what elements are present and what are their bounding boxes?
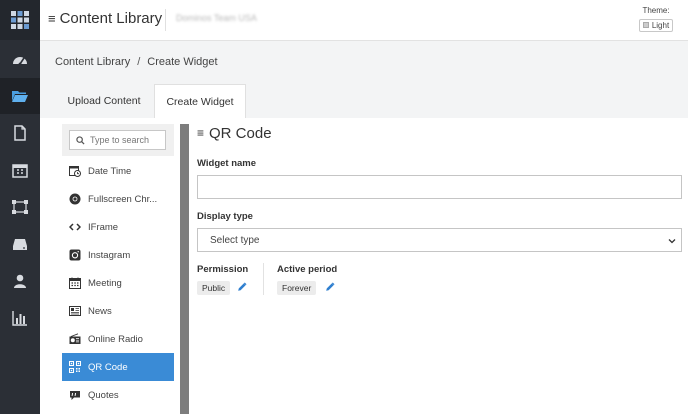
widget-name-label: Widget name	[197, 158, 257, 169]
app-title: ≡ Content Library	[48, 10, 162, 27]
edit-permission-pencil-icon[interactable]	[237, 282, 247, 292]
chrome-icon	[69, 193, 81, 205]
widget-item-label: Fullscreen Chr...	[88, 193, 158, 205]
app-title-text: Content Library	[59, 10, 163, 27]
edit-active-period-pencil-icon[interactable]	[325, 282, 335, 292]
search-box[interactable]	[69, 130, 166, 150]
widget-item-label: IFrame	[88, 221, 119, 233]
theme-toggle-button[interactable]: Light	[638, 18, 674, 32]
widget-form: ≡ QR Code Widget name Display type Selec…	[197, 124, 683, 295]
theme-label: Theme:	[642, 6, 670, 15]
theme-value: Light	[651, 20, 670, 30]
search-container	[62, 124, 174, 156]
widget-list-scrollbar[interactable]	[180, 124, 189, 414]
tab-upload-content[interactable]: Upload Content	[53, 84, 155, 118]
active-period-value-badge: Forever	[277, 281, 317, 295]
breadcrumb-bar: Content Library / Create Widget	[40, 41, 688, 84]
calendar-icon	[69, 277, 81, 289]
form-menu-icon: ≡	[197, 126, 205, 140]
widget-item-fullscreen-chrome[interactable]: Fullscreen Chr...	[62, 185, 174, 213]
widget-item-meeting[interactable]: Meeting	[62, 269, 174, 297]
chevron-down-icon	[668, 239, 676, 244]
display-type-label: Display type	[197, 211, 253, 222]
theme-switcher: Theme: Light	[636, 6, 676, 33]
widget-item-quotes[interactable]: Quotes	[62, 381, 174, 409]
tab-bar: Upload Content Create Widget	[40, 84, 688, 118]
dashboard-icon[interactable]	[0, 42, 40, 78]
content-library-folder-icon[interactable]	[0, 78, 40, 114]
user-icon[interactable]	[0, 263, 40, 299]
title-divider	[165, 9, 166, 31]
widget-item-qr-code[interactable]: QR Code	[62, 353, 174, 381]
qrcode-icon	[69, 361, 81, 373]
widget-item-date-time[interactable]: Date Time	[62, 157, 174, 185]
form-title-text: QR Code	[209, 124, 272, 142]
permission-value-badge: Public	[197, 281, 231, 295]
permission-label: Permission	[197, 264, 249, 275]
code-icon	[69, 223, 81, 231]
widget-item-iframe[interactable]: IFrame	[62, 213, 174, 241]
breadcrumb: Content Library / Create Widget	[55, 56, 218, 68]
top-bar: ≡ Content Library Dominos Team USA Theme…	[40, 0, 688, 41]
organization-name: Dominos Team USA	[176, 13, 257, 23]
calendar-clock-icon	[69, 166, 81, 177]
widget-item-label: Instagram	[88, 249, 131, 261]
radio-icon	[69, 333, 81, 344]
widget-name-input[interactable]	[197, 175, 682, 199]
document-icon[interactable]	[0, 115, 40, 151]
field-divider	[263, 263, 264, 295]
widget-item-label: Meeting	[88, 277, 122, 289]
breadcrumb-content-library[interactable]: Content Library	[55, 56, 130, 68]
active-period-label: Active period	[277, 264, 338, 275]
widget-type-list: Date Time Fullscreen Chr... IFrame Insta…	[62, 124, 177, 414]
search-input[interactable]	[90, 135, 160, 145]
widget-item-label: Date Time	[88, 165, 132, 177]
quote-icon	[70, 391, 80, 400]
instagram-icon	[69, 249, 81, 261]
storage-drive-icon[interactable]	[0, 226, 40, 262]
widget-item-online-radio[interactable]: Online Radio	[62, 325, 174, 353]
breadcrumb-current: Create Widget	[147, 56, 218, 68]
analytics-chart-icon[interactable]	[0, 300, 40, 336]
app-logo-icon[interactable]	[0, 0, 40, 40]
display-type-value: Select type	[210, 234, 260, 246]
left-rail	[0, 0, 40, 414]
widget-item-label: News	[88, 305, 112, 317]
widget-item-label: QR Code	[88, 361, 128, 373]
display-type-select[interactable]: Select type	[197, 228, 682, 252]
form-title: ≡ QR Code	[197, 124, 683, 142]
calendar-icon[interactable]	[0, 152, 40, 188]
theme-swatch-icon	[642, 22, 649, 28]
menu-toggle-icon[interactable]: ≡	[48, 11, 56, 26]
widget-item-label: Online Radio	[88, 333, 143, 345]
search-icon	[76, 135, 85, 145]
widget-item-label: Quotes	[88, 389, 119, 401]
newspaper-icon	[69, 306, 81, 316]
widget-item-instagram[interactable]: Instagram	[62, 241, 174, 269]
widget-item-news[interactable]: News	[62, 297, 174, 325]
workflow-icon[interactable]	[0, 189, 40, 225]
breadcrumb-separator: /	[137, 56, 141, 68]
tab-create-widget[interactable]: Create Widget	[154, 84, 246, 118]
